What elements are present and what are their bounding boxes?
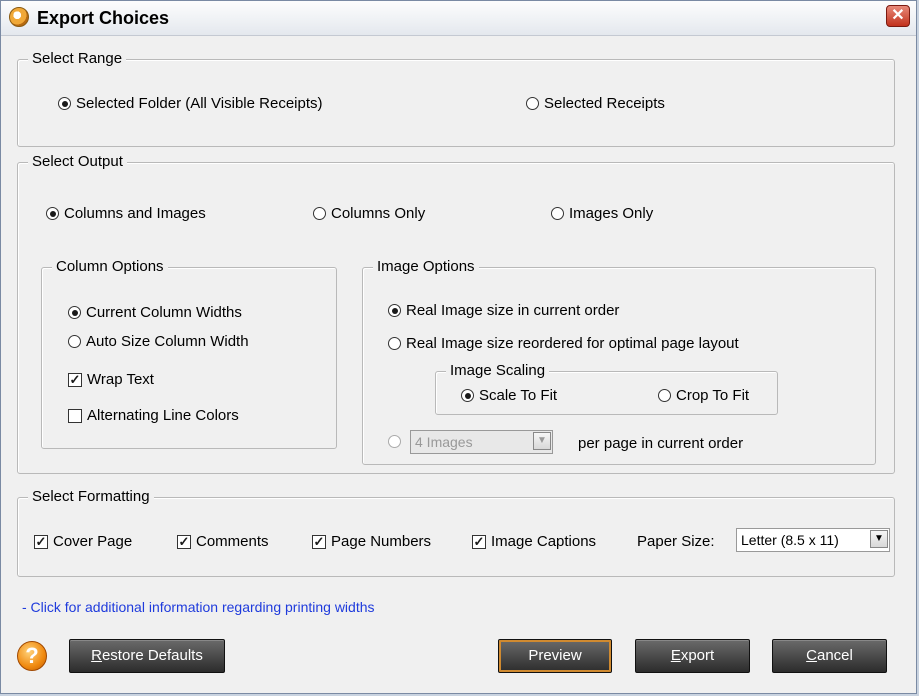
output-columns-and-images-radio[interactable] [46,207,59,220]
cancel-button[interactable]: Cancel [772,639,887,673]
real-image-reordered-radio[interactable] [388,337,401,350]
cover-page-label: Cover Page [53,533,133,550]
image-captions-label: Image Captions [491,533,597,550]
images-per-page-option[interactable] [388,435,406,448]
page-numbers-option[interactable]: ✓ Page Numbers [312,533,431,550]
output-columns-only-option[interactable]: Columns Only [313,205,425,222]
range-selected-receipts-radio[interactable] [526,97,539,110]
current-column-widths-radio[interactable] [68,306,81,319]
range-selected-folder-radio[interactable] [58,97,71,110]
alternating-line-colors-option[interactable]: Alternating Line Colors [68,407,239,424]
real-image-size-radio[interactable] [388,304,401,317]
cancel-mnemonic: C [806,647,817,664]
output-images-only-option[interactable]: Images Only [551,205,653,222]
title-bar: Export Choices ✕ [1,1,916,36]
output-images-only-label: Images Only [569,205,654,222]
crop-to-fit-radio[interactable] [658,389,671,402]
alternating-line-colors-checkbox[interactable] [68,408,82,423]
restore-defaults-mnemonic: R [91,647,102,664]
range-selected-folder-option[interactable]: Selected Folder (All Visible Receipts) [58,95,323,112]
cover-page-option[interactable]: ✓ Cover Page [34,533,132,550]
output-columns-only-label: Columns Only [331,205,426,222]
select-range-legend: Select Range [28,50,127,67]
select-output-legend: Select Output [28,153,127,170]
scale-to-fit-option[interactable]: Scale To Fit [461,387,557,404]
chevron-down-icon[interactable]: ▼ [533,432,551,450]
cover-page-checkbox[interactable]: ✓ [34,534,48,549]
auto-size-column-width-label: Auto Size Column Width [86,333,249,350]
wrap-text-option[interactable]: ✓ Wrap Text [68,371,154,388]
current-column-widths-option[interactable]: Current Column Widths [68,304,242,321]
select-formatting-legend: Select Formatting [28,488,154,505]
range-selected-receipts-label: Selected Receipts [544,95,665,112]
output-columns-and-images-label: Columns and Images [64,205,206,222]
export-mnemonic: E [670,647,681,664]
auto-size-column-width-option[interactable]: Auto Size Column Width [68,333,249,350]
output-images-only-radio[interactable] [551,207,564,220]
comments-label: Comments [196,533,269,550]
paper-size-label: Paper Size: [637,533,715,550]
page-numbers-checkbox[interactable]: ✓ [312,534,326,549]
help-icon[interactable]: ? [17,641,47,671]
restore-defaults-button[interactable]: Restore Defaults [69,639,225,673]
alternating-line-colors-label: Alternating Line Colors [87,407,239,424]
crop-to-fit-label: Crop To Fit [676,387,750,404]
image-scaling-legend: Image Scaling [446,362,550,379]
images-per-page-value: 4 Images [415,434,473,450]
paper-size-select[interactable]: Letter (8.5 x 11) ▼ [736,528,890,552]
images-per-page-select[interactable]: 4 Images ▼ [410,430,553,454]
output-columns-only-radio[interactable] [313,207,326,220]
restore-defaults-label: estore Defaults [101,647,203,664]
real-image-reordered-label: Real Image size reordered for optimal pa… [406,335,739,352]
crop-to-fit-option[interactable]: Crop To Fit [658,387,749,404]
real-image-reordered-option[interactable]: Real Image size reordered for optimal pa… [388,335,739,352]
comments-option[interactable]: ✓ Comments [177,533,269,550]
app-icon [9,7,29,27]
auto-size-column-width-radio[interactable] [68,335,81,348]
close-icon[interactable]: ✕ [886,5,910,27]
per-page-label: per page in current order [578,435,744,452]
chevron-down-icon[interactable]: ▼ [870,530,888,548]
window-title: Export Choices [37,8,170,28]
scale-to-fit-label: Scale To Fit [479,387,558,404]
real-image-size-option[interactable]: Real Image size in current order [388,302,619,319]
wrap-text-label: Wrap Text [87,371,154,388]
comments-checkbox[interactable]: ✓ [177,534,191,549]
range-selected-receipts-option[interactable]: Selected Receipts [526,95,665,112]
export-label: xport [680,647,715,664]
image-captions-checkbox[interactable]: ✓ [472,534,486,549]
export-choices-dialog: Export Choices ✕ Select Range Selected F… [0,0,917,694]
output-columns-and-images-option[interactable]: Columns and Images [46,205,206,222]
paper-size-value: Letter (8.5 x 11) [741,532,839,548]
wrap-text-checkbox[interactable]: ✓ [68,372,82,387]
real-image-size-label: Real Image size in current order [406,302,620,319]
export-button[interactable]: Export [635,639,750,673]
column-options-legend: Column Options [52,258,168,275]
image-options-legend: Image Options [373,258,479,275]
preview-button[interactable]: Preview [498,639,612,673]
cancel-label: ancel [816,647,853,664]
printing-widths-info-link[interactable]: - Click for additional information regar… [22,599,375,615]
page-numbers-label: Page Numbers [331,533,432,550]
scale-to-fit-radio[interactable] [461,389,474,402]
range-selected-folder-label: Selected Folder (All Visible Receipts) [76,95,323,112]
images-per-page-radio[interactable] [388,435,401,448]
current-column-widths-label: Current Column Widths [86,304,242,321]
image-captions-option[interactable]: ✓ Image Captions [472,533,596,550]
